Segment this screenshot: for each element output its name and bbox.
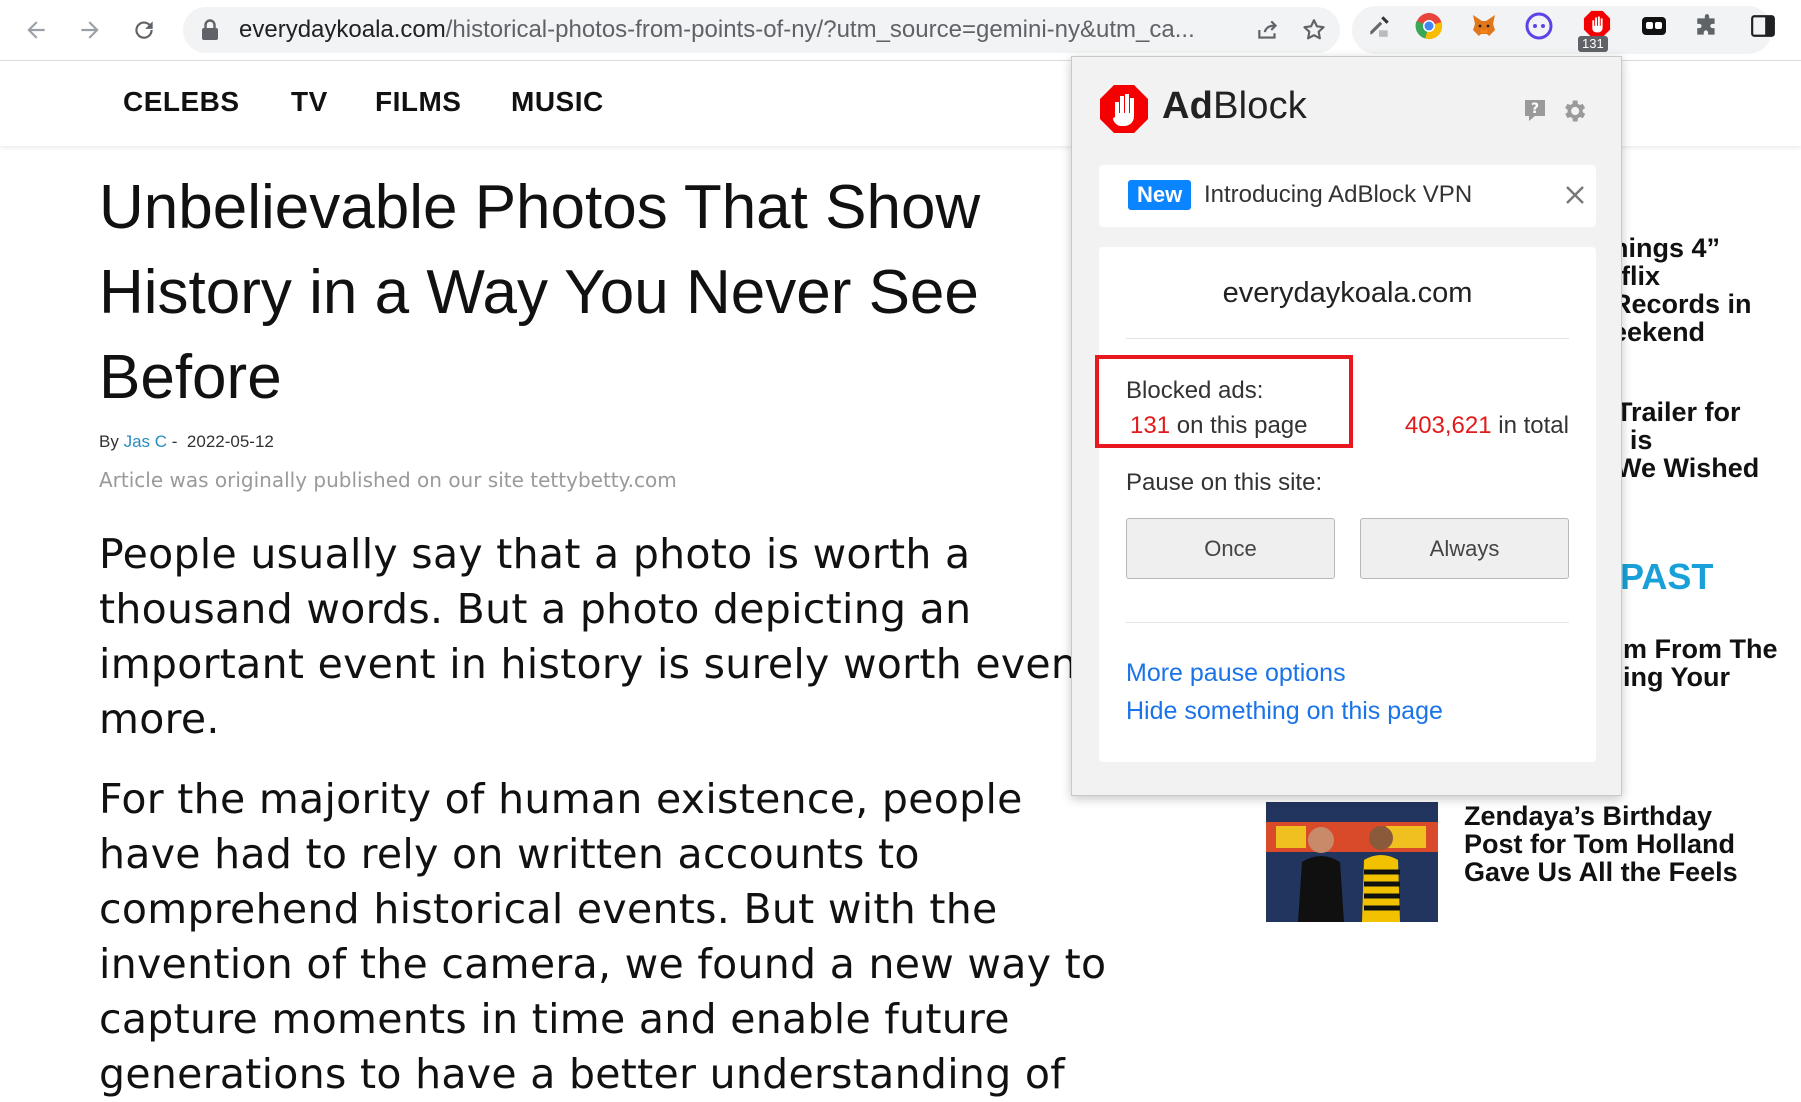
ext-mask-icon[interactable] xyxy=(1640,12,1668,40)
brand-bold: Ad xyxy=(1162,85,1214,127)
blocked-total-suffix: in total xyxy=(1491,412,1569,439)
adblock-badge-count: 131 xyxy=(1578,36,1608,52)
help-icon[interactable]: ? xyxy=(1522,97,1548,123)
chrome-ext-icon[interactable] xyxy=(1415,12,1443,40)
origin-note: Article was originally published on our … xyxy=(99,468,677,492)
share-icon[interactable] xyxy=(1255,17,1281,43)
divider xyxy=(1126,622,1569,623)
article-paragraph: For the majority of human existence, peo… xyxy=(99,772,1149,1102)
nav-celebs[interactable]: CELEBS xyxy=(123,86,240,118)
metamask-fox-icon[interactable] xyxy=(1470,12,1498,40)
teaser-line: Records in xyxy=(1612,289,1752,319)
article-title: Unbelievable Photos That Show History in… xyxy=(99,165,1099,420)
lock-icon[interactable] xyxy=(201,19,219,46)
nav-music[interactable]: MUSIC xyxy=(511,86,604,118)
pause-label: Pause on this site: xyxy=(1126,469,1323,496)
forward-arrow-icon[interactable] xyxy=(72,12,108,48)
paragraph-line: thousand words. But a photo depicting an xyxy=(99,585,972,633)
stats-card: everydaykoala.com Blocked ads: 131 on th… xyxy=(1095,247,1596,762)
gear-icon[interactable] xyxy=(1560,97,1588,125)
blocked-total-count: 403,621 xyxy=(1404,412,1492,439)
address-bar[interactable]: everydaykoala.com/historical-photos-from… xyxy=(183,7,1340,53)
byline: By Jas C - 2022-05-12 xyxy=(99,432,274,452)
blocked-page-count: 131 xyxy=(1130,412,1171,439)
site-domain: everydaykoala.com xyxy=(1222,277,1473,309)
banner-text[interactable]: Introducing AdBlock VPN xyxy=(1204,181,1472,209)
svg-text:?: ? xyxy=(1531,101,1539,117)
adblock-brand: AdBlock xyxy=(1162,85,1307,128)
adblock-popup: AdBlock ? New Introducing AdBlock VPN ev… xyxy=(1071,56,1622,796)
adblock-hand-icon[interactable] xyxy=(1583,10,1611,38)
close-icon[interactable] xyxy=(1561,181,1589,209)
teaser-line: We Wished xyxy=(1616,453,1760,483)
url-host: everydaykoala.com xyxy=(239,16,446,43)
title-line: History in a Way You Never See xyxy=(99,258,979,327)
pause-always-button[interactable]: Always xyxy=(1360,518,1569,579)
new-badge: New xyxy=(1128,180,1192,210)
sidebar-teaser[interactable]: Trailer for ' is We Wished xyxy=(1616,398,1759,482)
teaser-line: Zendaya’s Birthday xyxy=(1464,801,1713,831)
blocked-page-suffix: on this page xyxy=(1170,412,1308,439)
nav-tv[interactable]: TV xyxy=(291,86,328,118)
teaser-thumbnail[interactable] xyxy=(1266,802,1438,922)
author-link[interactable]: Jas C xyxy=(124,432,167,451)
paragraph-line: more. xyxy=(99,695,220,743)
sidebar-teaser[interactable]: hings 4” tflix Records in eekend xyxy=(1612,234,1752,346)
vpn-banner[interactable]: New Introducing AdBlock VPN xyxy=(1099,165,1596,227)
paragraph-line: People usually say that a photo is worth… xyxy=(99,530,971,578)
teaser-line: Gave Us All the Feels xyxy=(1464,857,1738,887)
sidebar-teaser[interactable]: m From The ing Your xyxy=(1623,635,1778,691)
paragraph-line: have had to rely on written accounts to xyxy=(99,830,920,878)
byline-separator: - xyxy=(171,432,178,451)
url-text[interactable]: everydaykoala.com/historical-photos-from… xyxy=(239,7,1239,53)
paragraph-line: comprehend historical events. But with t… xyxy=(99,885,998,933)
title-line: Before xyxy=(99,343,282,412)
reload-icon[interactable] xyxy=(126,12,162,48)
teaser-line: Post for Tom Holland xyxy=(1464,829,1735,859)
title-line: Unbelievable Photos That Show xyxy=(99,173,981,242)
ext-circle-icon[interactable] xyxy=(1525,12,1553,40)
brand-rest: Block xyxy=(1213,85,1307,127)
article-paragraph: People usually say that a photo is worth… xyxy=(99,527,1149,747)
eyedropper-icon[interactable] xyxy=(1365,12,1393,40)
teaser-line: Trailer for xyxy=(1616,397,1741,427)
teaser-line: hings 4” xyxy=(1612,233,1721,263)
teaser-line: m From The xyxy=(1623,634,1778,664)
paragraph-line: For the majority of human existence, peo… xyxy=(99,775,1023,823)
nav-films[interactable]: FILMS xyxy=(375,86,462,118)
blocked-on-page: 131 on this page xyxy=(1130,412,1307,440)
blocked-ads-label: Blocked ads: xyxy=(1126,377,1264,404)
side-panel-icon[interactable] xyxy=(1749,12,1777,40)
sidebar-section-heading: PAST xyxy=(1620,556,1714,597)
browser-toolbar: everydaykoala.com/historical-photos-from… xyxy=(0,0,1801,61)
url-path: /historical-photos-from-points-of-ny/?ut… xyxy=(445,16,1195,43)
teaser-line: ing Your xyxy=(1623,662,1730,692)
more-pause-options-link[interactable]: More pause options xyxy=(1126,659,1346,688)
bookmark-star-icon[interactable] xyxy=(1301,17,1327,43)
paragraph-line: generations to have a better understandi… xyxy=(99,1050,1065,1098)
pause-once-button[interactable]: Once xyxy=(1126,518,1335,579)
paragraph-line: important event in history is surely wor… xyxy=(99,640,1078,688)
puzzle-extensions-icon[interactable] xyxy=(1693,12,1721,40)
adblock-logo-icon xyxy=(1098,83,1150,135)
back-arrow-icon[interactable] xyxy=(18,12,54,48)
teaser-line: eekend xyxy=(1612,317,1706,347)
publish-date: 2022-05-12 xyxy=(186,432,274,451)
byline-prefix: By xyxy=(99,432,119,451)
sidebar-teaser[interactable]: Zendaya’s Birthday Post for Tom Holland … xyxy=(1464,802,1738,886)
paragraph-line: invention of the camera, we found a new … xyxy=(99,940,1107,988)
divider xyxy=(1126,338,1569,339)
hide-something-link[interactable]: Hide something on this page xyxy=(1126,697,1443,726)
paragraph-line: capture moments in time and enable futur… xyxy=(99,995,1010,1043)
blocked-in-total: 403,621 in total xyxy=(1405,412,1569,440)
